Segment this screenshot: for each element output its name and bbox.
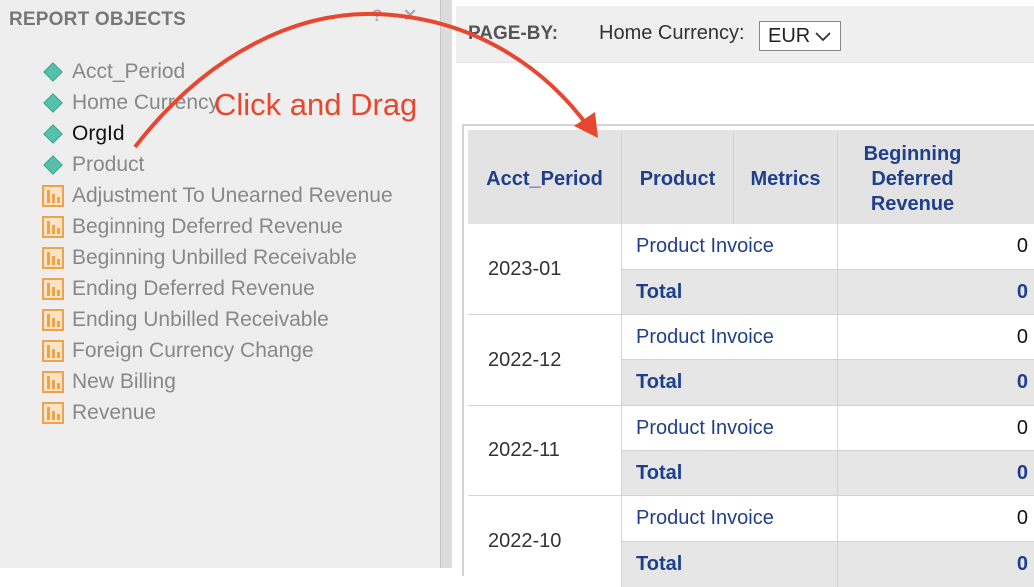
chevron-down-icon	[815, 32, 831, 42]
metric-icon	[42, 246, 64, 269]
metric-icon	[42, 339, 64, 362]
total-label-cell: Total	[622, 270, 838, 315]
total-label-cell: Total	[622, 451, 838, 496]
home-currency-label: Home Currency:	[599, 22, 745, 44]
object-label: Beginning Unbilled Receivable	[72, 245, 357, 269]
object-label: OrgId	[72, 121, 125, 145]
home-currency-select[interactable]: EUR	[759, 21, 841, 51]
column-header-beginning-deferred-revenue[interactable]: Beginning Deferred Revenue	[838, 130, 1034, 224]
total-label-cell: Total	[622, 542, 838, 587]
object-label: New Billing	[72, 369, 176, 393]
attribute-icon	[42, 61, 64, 83]
close-icon[interactable]: ✕	[403, 6, 417, 26]
value-cell: 0	[838, 224, 1034, 270]
object-label: Foreign Currency Change	[72, 338, 314, 362]
object-item-product[interactable]: Product	[42, 149, 393, 180]
object-item-revenue[interactable]: Revenue	[42, 397, 393, 428]
click-and-drag-annotation: Click and Drag	[214, 87, 418, 122]
column-header-acct-period[interactable]: Acct_Period	[468, 130, 622, 224]
total-value-cell: 0	[838, 542, 1034, 587]
object-item-foreign-currency-change[interactable]: Foreign Currency Change	[42, 335, 393, 366]
total-value-cell: 0	[838, 360, 1034, 406]
object-label: Home Currency	[72, 90, 220, 114]
total-value-cell: 0	[838, 270, 1034, 315]
period-cell: 2023-01	[468, 224, 622, 315]
attribute-icon	[42, 154, 64, 176]
report-grid: Acct_Period Product Metrics Beginning De…	[462, 124, 1034, 587]
report-objects-panel: REPORT OBJECTS ? ✕ Acct_Period Home Curr…	[0, 0, 440, 568]
value-cell: 0	[838, 496, 1034, 542]
period-cell: 2022-10	[468, 496, 622, 587]
page-by-label: PAGE-BY:	[468, 23, 559, 44]
object-label: Adjustment To Unearned Revenue	[72, 183, 393, 207]
object-item-new-billing[interactable]: New Billing	[42, 366, 393, 397]
product-cell: Product Invoice	[622, 315, 838, 360]
total-label-cell: Total	[622, 360, 838, 406]
metric-icon	[42, 277, 64, 300]
attribute-icon	[42, 92, 64, 114]
object-label: Ending Deferred Revenue	[72, 276, 315, 300]
home-currency-value: EUR	[768, 25, 811, 47]
metric-icon	[42, 370, 64, 393]
product-cell: Product Invoice	[622, 496, 838, 542]
product-cell: Product Invoice	[622, 406, 838, 451]
object-item-beginning-unbilled-receivable[interactable]: Beginning Unbilled Receivable	[42, 242, 393, 273]
object-item-acct-period[interactable]: Acct_Period	[42, 56, 393, 87]
object-item-ending-deferred-revenue[interactable]: Ending Deferred Revenue	[42, 273, 393, 304]
metric-icon	[42, 308, 64, 331]
object-label: Ending Unbilled Receivable	[72, 307, 329, 331]
object-label: Acct_Period	[72, 59, 186, 83]
page-by-bar: PAGE-BY: Home Currency: EUR	[456, 6, 1034, 63]
report-canvas: PAGE-BY: Home Currency: EUR Acct_Period …	[452, 0, 1034, 587]
column-header-product[interactable]: Product	[622, 130, 734, 224]
help-icon[interactable]: ?	[372, 6, 382, 26]
object-label: Revenue	[72, 400, 157, 424]
total-value-cell: 0	[838, 451, 1034, 496]
metric-icon	[42, 215, 64, 238]
metric-icon	[42, 401, 64, 424]
attribute-icon	[42, 123, 64, 145]
object-label: Product	[72, 152, 145, 176]
object-item-ending-unbilled-receivable[interactable]: Ending Unbilled Receivable	[42, 304, 393, 335]
column-header-metrics[interactable]: Metrics	[734, 130, 838, 224]
metric-icon	[42, 184, 64, 207]
period-cell: 2022-11	[468, 406, 622, 496]
panel-title: REPORT OBJECTS	[9, 9, 186, 30]
object-label: Beginning Deferred Revenue	[72, 214, 343, 238]
object-item-beginning-deferred-revenue[interactable]: Beginning Deferred Revenue	[42, 211, 393, 242]
object-item-adjustment-to-unearned-revenue[interactable]: Adjustment To Unearned Revenue	[42, 180, 393, 211]
value-cell: 0	[838, 315, 1034, 360]
period-cell: 2022-12	[468, 315, 622, 406]
product-cell: Product Invoice	[622, 224, 838, 270]
value-cell: 0	[838, 406, 1034, 451]
